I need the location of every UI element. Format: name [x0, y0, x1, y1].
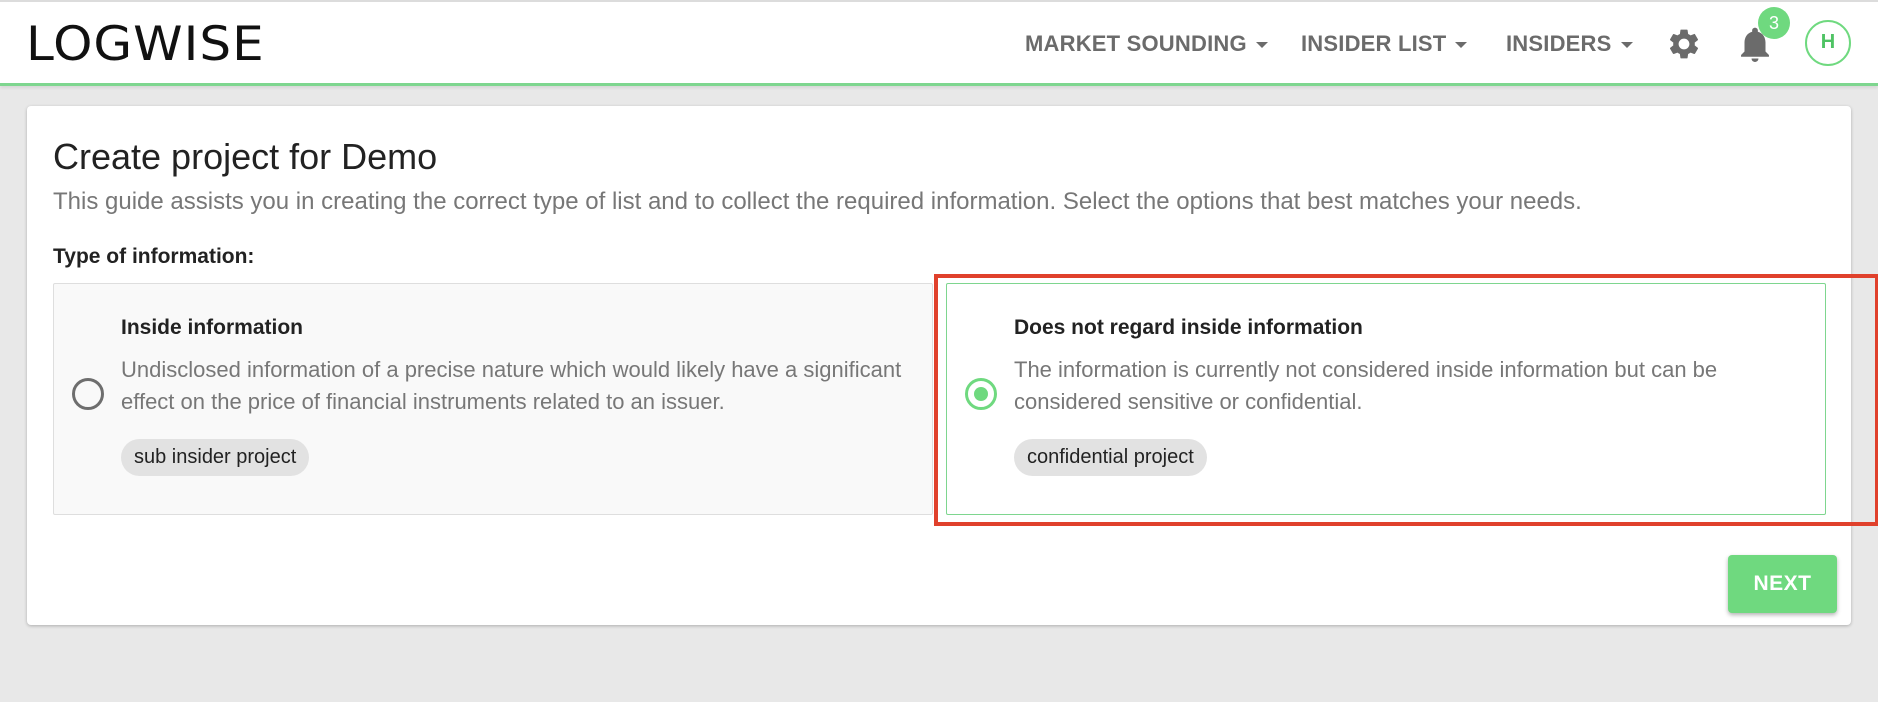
radio-inside-information[interactable]: [72, 378, 104, 410]
create-project-card: Create project for Demo This guide assis…: [27, 106, 1878, 625]
page-subtitle: This guide assists you in creating the c…: [53, 188, 1582, 215]
chevron-down-icon: [1455, 42, 1468, 48]
chevron-down-icon: [1255, 42, 1268, 48]
chevron-down-icon: [1620, 42, 1633, 48]
nav-insiders[interactable]: INSIDERS: [1506, 26, 1633, 62]
radio-not-inside-information[interactable]: [965, 378, 997, 410]
gear-icon[interactable]: [1666, 26, 1702, 62]
next-button[interactable]: NEXT: [1728, 555, 1837, 613]
top-navigation-bar: LOGWISE MARKET SOUNDING INSIDER LIST INS…: [0, 0, 1878, 86]
option-inside-information[interactable]: Inside information Undisclosed informati…: [53, 283, 933, 515]
project-type-chip: sub insider project: [121, 439, 310, 476]
page-title: Create project for Demo: [53, 136, 438, 177]
option-description: Undisclosed information of a precise nat…: [121, 357, 902, 414]
option-not-inside-information[interactable]: Does not regard inside information The i…: [946, 283, 1826, 515]
nav-insider-list[interactable]: INSIDER LIST: [1301, 26, 1468, 62]
project-type-chip: confidential project: [1014, 439, 1207, 476]
type-of-information-label: Type of information:: [53, 245, 255, 268]
nav-market-sounding[interactable]: MARKET SOUNDING: [1025, 26, 1268, 62]
user-avatar[interactable]: H: [1805, 20, 1851, 66]
logwise-logo[interactable]: LOGWISE: [26, 20, 265, 68]
nav-market-sounding-label: MARKET SOUNDING: [1025, 31, 1247, 56]
radio-selected-dot: [974, 387, 988, 401]
nav-insiders-label: INSIDERS: [1506, 31, 1612, 56]
option-description: The information is currently not conside…: [1014, 357, 1718, 414]
option-title: Does not regard inside information: [1014, 316, 1363, 339]
nav-insider-list-label: INSIDER LIST: [1301, 31, 1447, 56]
option-title: Inside information: [121, 316, 304, 339]
notification-count-badge: 3: [1758, 7, 1790, 39]
